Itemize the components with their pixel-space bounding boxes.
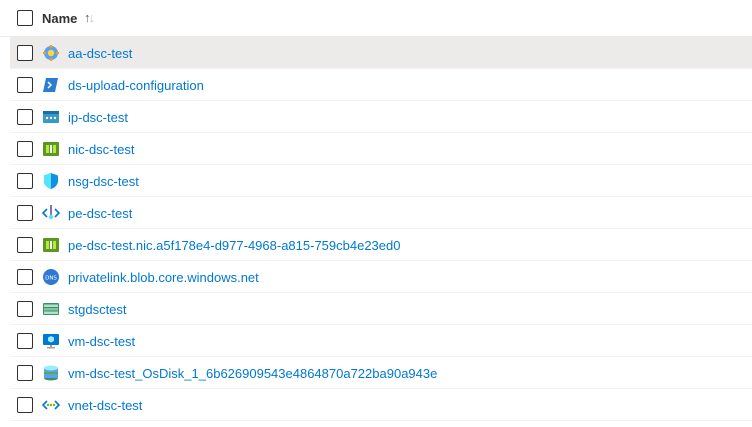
disk-icon bbox=[42, 364, 60, 382]
table-row[interactable]: aa-dsc-test bbox=[10, 37, 752, 69]
table-row[interactable]: ds-upload-configuration bbox=[10, 69, 752, 101]
private-endpoint-icon bbox=[42, 204, 60, 222]
public-ip-icon bbox=[42, 108, 60, 126]
row-checkbox[interactable] bbox=[17, 141, 33, 157]
table-row[interactable]: DNS privatelink.blob.core.windows.net bbox=[10, 261, 752, 293]
row-checkbox[interactable] bbox=[17, 237, 33, 253]
network-interface-icon bbox=[42, 236, 60, 254]
row-checkbox[interactable] bbox=[17, 365, 33, 381]
resource-link[interactable]: aa-dsc-test bbox=[68, 46, 132, 61]
resource-link[interactable]: vm-dsc-test bbox=[68, 334, 135, 349]
row-checkbox[interactable] bbox=[17, 77, 33, 93]
select-all-checkbox[interactable] bbox=[17, 10, 33, 26]
table-row[interactable]: nic-dsc-test bbox=[10, 133, 752, 165]
table-row[interactable]: nsg-dsc-test bbox=[10, 165, 752, 197]
table-row[interactable]: pe-dsc-test.nic.a5f178e4-d977-4968-a815-… bbox=[10, 229, 752, 261]
private-dns-zone-icon: DNS bbox=[42, 268, 60, 286]
row-checkbox[interactable] bbox=[17, 301, 33, 317]
sort-icon[interactable]: ↑↓ bbox=[84, 10, 95, 25]
resource-link[interactable]: privatelink.blob.core.windows.net bbox=[68, 270, 259, 285]
table-row[interactable]: vm-dsc-test bbox=[10, 325, 752, 357]
row-checkbox[interactable] bbox=[17, 109, 33, 125]
resource-link[interactable]: ds-upload-configuration bbox=[68, 78, 204, 93]
automation-account-icon bbox=[42, 44, 60, 62]
row-checkbox[interactable] bbox=[17, 333, 33, 349]
resource-link[interactable]: pe-dsc-test bbox=[68, 206, 132, 221]
table-row[interactable]: vm-dsc-test_OsDisk_1_6b626909543e4864870… bbox=[10, 357, 752, 389]
row-checkbox[interactable] bbox=[17, 205, 33, 221]
table-row[interactable]: vnet-dsc-test bbox=[10, 389, 752, 421]
storage-account-icon bbox=[42, 300, 60, 318]
dns-badge-text: DNS bbox=[45, 276, 57, 282]
virtual-network-icon bbox=[42, 396, 60, 414]
resource-link[interactable]: stgdsctest bbox=[68, 302, 127, 317]
resource-link[interactable]: vm-dsc-test_OsDisk_1_6b626909543e4864870… bbox=[68, 366, 437, 381]
row-checkbox[interactable] bbox=[17, 45, 33, 61]
resource-link[interactable]: vnet-dsc-test bbox=[68, 398, 142, 413]
table-row[interactable]: ip-dsc-test bbox=[10, 101, 752, 133]
resource-link[interactable]: nic-dsc-test bbox=[68, 142, 134, 157]
virtual-machine-icon bbox=[42, 332, 60, 350]
column-header-name[interactable]: Name bbox=[42, 11, 77, 26]
table-header: Name ↑↓ bbox=[0, 0, 752, 37]
resource-link[interactable]: pe-dsc-test.nic.a5f178e4-d977-4968-a815-… bbox=[68, 238, 400, 253]
network-security-group-icon bbox=[42, 172, 60, 190]
resource-link[interactable]: nsg-dsc-test bbox=[68, 174, 139, 189]
network-interface-icon bbox=[42, 140, 60, 158]
powershell-script-icon bbox=[42, 76, 60, 94]
table-row[interactable]: stgdsctest bbox=[10, 293, 752, 325]
row-checkbox[interactable] bbox=[17, 173, 33, 189]
resource-link[interactable]: ip-dsc-test bbox=[68, 110, 128, 125]
table-row[interactable]: pe-dsc-test bbox=[10, 197, 752, 229]
sort-down-icon: ↓ bbox=[88, 10, 95, 25]
row-checkbox[interactable] bbox=[17, 269, 33, 285]
row-checkbox[interactable] bbox=[17, 397, 33, 413]
